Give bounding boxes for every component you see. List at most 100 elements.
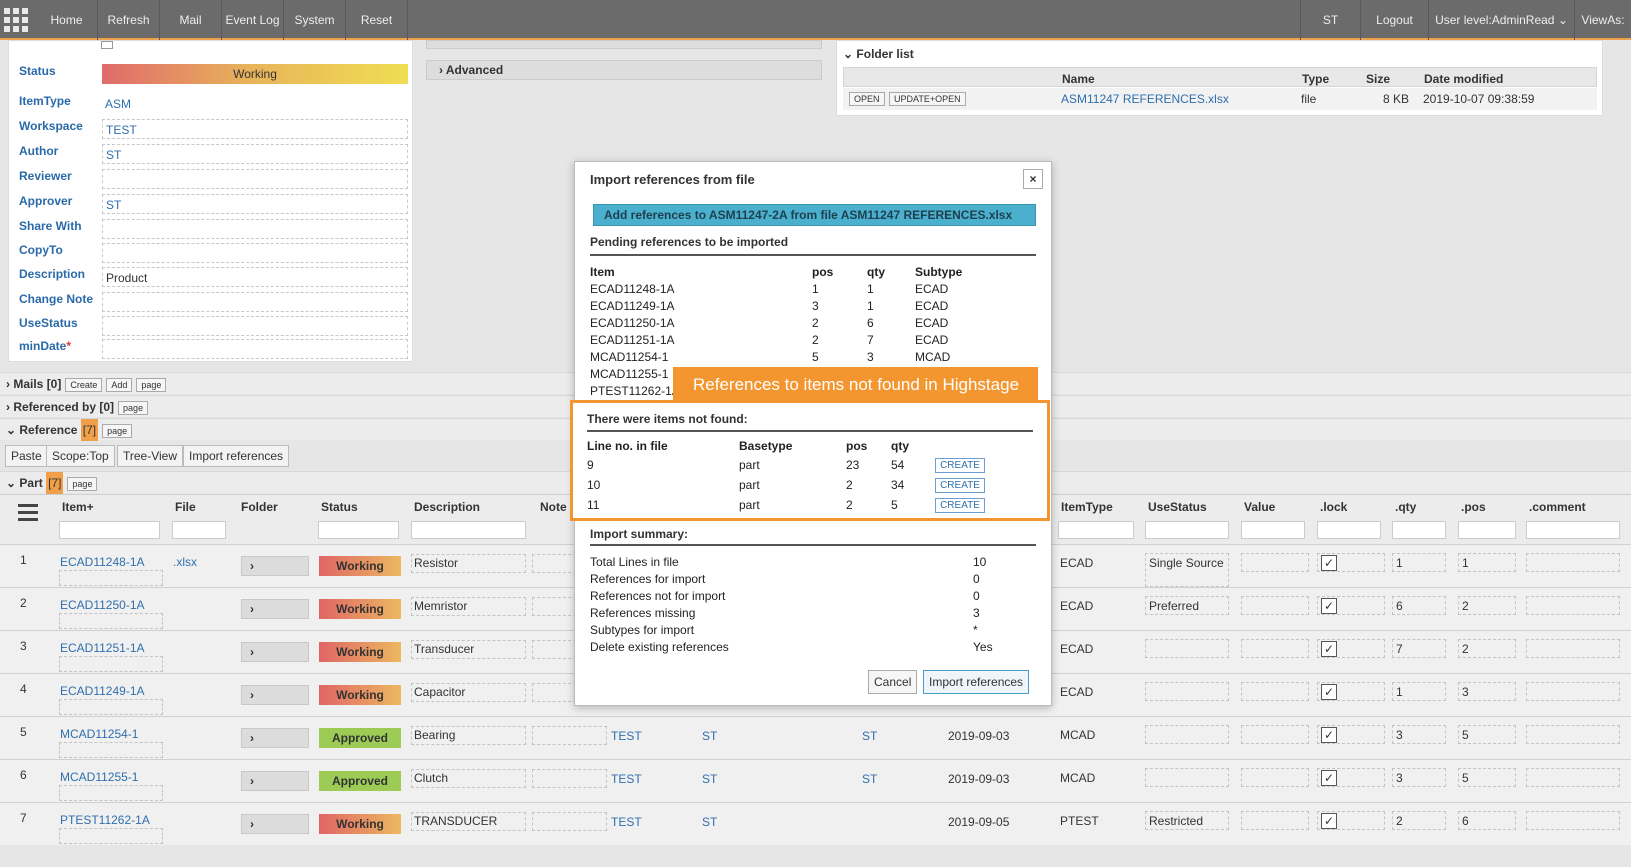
- approver-link[interactable]: ST: [862, 729, 877, 743]
- lock-checkbox[interactable]: ✓: [1321, 598, 1337, 614]
- comment-field[interactable]: [1526, 725, 1620, 744]
- workspace-link[interactable]: TEST: [611, 729, 642, 743]
- reference-page-button[interactable]: page: [102, 423, 133, 438]
- author-link[interactable]: ST: [702, 729, 717, 743]
- usestatus-field[interactable]: [1145, 768, 1229, 787]
- item-extra-field[interactable]: [59, 699, 163, 715]
- col-itemtype[interactable]: ItemType: [1061, 500, 1113, 514]
- mails-page-button[interactable]: page: [136, 377, 167, 392]
- value-field[interactable]: [1241, 596, 1309, 615]
- workspace-link[interactable]: TEST: [611, 815, 642, 829]
- expand-folder-button[interactable]: ›: [241, 599, 309, 619]
- usestatus-field[interactable]: [1145, 725, 1229, 744]
- item-link[interactable]: ECAD11251-1A: [60, 641, 145, 655]
- app-grid-icon[interactable]: [4, 8, 28, 32]
- revisions-icon[interactable]: [101, 41, 113, 49]
- comment-field[interactable]: [1526, 639, 1620, 658]
- expand-folder-button[interactable]: ›: [241, 685, 309, 705]
- nav-refresh[interactable]: Refresh: [98, 0, 160, 40]
- col-folder[interactable]: Folder: [241, 500, 278, 514]
- user-level-dropdown[interactable]: User level:AdminRead ⌄: [1428, 0, 1574, 40]
- usestatus-field[interactable]: [1145, 639, 1229, 658]
- item-link[interactable]: ECAD11250-1A: [60, 598, 145, 612]
- mails-create-button[interactable]: Create: [65, 377, 103, 392]
- nav-mail[interactable]: Mail: [160, 0, 222, 40]
- col-status[interactable]: Status: [321, 500, 358, 514]
- author-field[interactable]: ST: [102, 144, 408, 164]
- filter-qty[interactable]: [1392, 521, 1446, 539]
- expand-folder-button[interactable]: ›: [241, 728, 309, 748]
- author-link[interactable]: ST: [702, 815, 717, 829]
- close-icon[interactable]: ×: [1023, 169, 1043, 189]
- expand-folder-button[interactable]: ›: [241, 642, 309, 662]
- expand-folder-button[interactable]: ›: [241, 556, 309, 576]
- col-date-modified[interactable]: Date modified: [1424, 72, 1503, 86]
- col-value[interactable]: Value: [1244, 500, 1275, 514]
- author-link[interactable]: ST: [702, 772, 717, 786]
- col-lock[interactable]: .lock: [1320, 500, 1347, 514]
- file-link[interactable]: .xlsx: [173, 555, 197, 569]
- expand-folder-button[interactable]: ›: [241, 771, 309, 791]
- value-field[interactable]: [1241, 553, 1309, 572]
- note-field[interactable]: [532, 812, 607, 831]
- filter-comment[interactable]: [1526, 521, 1620, 539]
- note-field[interactable]: [532, 726, 607, 745]
- create-item-button[interactable]: CREATE: [935, 458, 985, 473]
- approver-link[interactable]: ST: [862, 772, 877, 786]
- col-file[interactable]: File: [175, 500, 196, 514]
- item-link[interactable]: PTEST11262-1A: [60, 813, 150, 827]
- create-item-button[interactable]: CREATE: [935, 498, 985, 513]
- cancel-button[interactable]: Cancel: [868, 670, 918, 694]
- tree-view-button[interactable]: Tree-View: [117, 445, 184, 467]
- comment-field[interactable]: [1526, 596, 1620, 615]
- nav-event-log[interactable]: Event Log: [222, 0, 284, 40]
- col-description[interactable]: Description: [414, 500, 480, 514]
- lock-checkbox[interactable]: ✓: [1321, 813, 1337, 829]
- part-page-button[interactable]: page: [67, 476, 98, 491]
- hamburger-menu-icon[interactable]: [18, 504, 38, 522]
- item-extra-field[interactable]: [59, 785, 163, 801]
- scope-top-button[interactable]: Scope:Top: [46, 445, 115, 467]
- col-pos[interactable]: .pos: [1461, 500, 1486, 514]
- approver-field[interactable]: ST: [102, 194, 408, 214]
- comment-field[interactable]: [1526, 682, 1620, 701]
- item-extra-field[interactable]: [59, 570, 163, 586]
- lock-checkbox[interactable]: ✓: [1321, 770, 1337, 786]
- description-field[interactable]: Product: [102, 267, 408, 287]
- item-extra-field[interactable]: [59, 828, 163, 844]
- nav-system[interactable]: System: [284, 0, 346, 40]
- value-field[interactable]: [1241, 768, 1309, 787]
- views-as-label[interactable]: ViewAs:: [1574, 0, 1631, 40]
- item-link[interactable]: MCAD11254-1: [60, 727, 138, 741]
- filter-status[interactable]: [318, 521, 399, 539]
- user-initials[interactable]: ST: [1300, 0, 1360, 40]
- item-link[interactable]: ECAD11248-1A: [60, 555, 145, 569]
- col-type[interactable]: Type: [1302, 72, 1329, 86]
- value-field[interactable]: [1241, 639, 1309, 658]
- advanced-panel[interactable]: › Advanced: [426, 60, 822, 80]
- folder-list-title[interactable]: ⌄ Folder list: [843, 47, 914, 61]
- comment-field[interactable]: [1526, 811, 1620, 830]
- update-open-button[interactable]: UPDATE+OPEN: [889, 92, 966, 106]
- value-field[interactable]: [1241, 725, 1309, 744]
- copyto-field[interactable]: [102, 243, 408, 263]
- mails-add-button[interactable]: Add: [106, 377, 133, 392]
- change-note-field[interactable]: [102, 292, 408, 312]
- filter-usestatus[interactable]: [1145, 521, 1229, 539]
- filter-itemtype[interactable]: [1058, 521, 1134, 539]
- item-extra-field[interactable]: [59, 613, 163, 629]
- usestatus-field[interactable]: [102, 316, 408, 336]
- col-item[interactable]: Item+: [62, 500, 94, 514]
- workspace-field[interactable]: TEST: [102, 119, 408, 139]
- nav-home[interactable]: Home: [36, 0, 98, 40]
- col-note[interactable]: Note: [540, 500, 567, 514]
- paste-button[interactable]: Paste: [5, 445, 48, 467]
- item-link[interactable]: MCAD11255-1: [60, 770, 138, 784]
- reviewer-field[interactable]: [102, 169, 408, 189]
- filter-description[interactable]: [411, 521, 526, 539]
- lock-checkbox[interactable]: ✓: [1321, 727, 1337, 743]
- open-button[interactable]: OPEN: [849, 92, 885, 106]
- col-size[interactable]: Size: [1366, 72, 1390, 86]
- col-usestatus[interactable]: UseStatus: [1148, 500, 1207, 514]
- logout-link[interactable]: Logout: [1360, 0, 1428, 40]
